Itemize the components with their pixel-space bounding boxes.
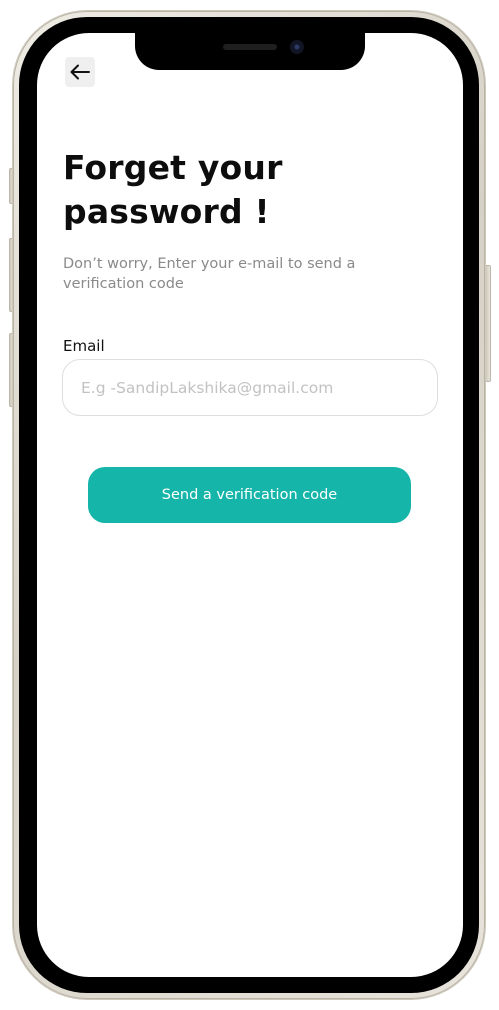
device-mockup: Forget your password ! Don’t worry, Ente… [0,0,499,1010]
arrow-left-icon [70,64,90,80]
page-subtitle: Don’t worry, Enter your e-mail to send a… [63,256,356,292]
earpiece-speaker [223,44,277,50]
send-verification-button[interactable]: Send a verification code [88,467,411,523]
page-title: Forget your password ! [63,148,283,231]
back-button[interactable] [65,57,95,87]
front-camera [290,40,304,54]
power-button [485,265,491,382]
email-label: Email [63,337,105,355]
email-field[interactable] [62,359,438,416]
